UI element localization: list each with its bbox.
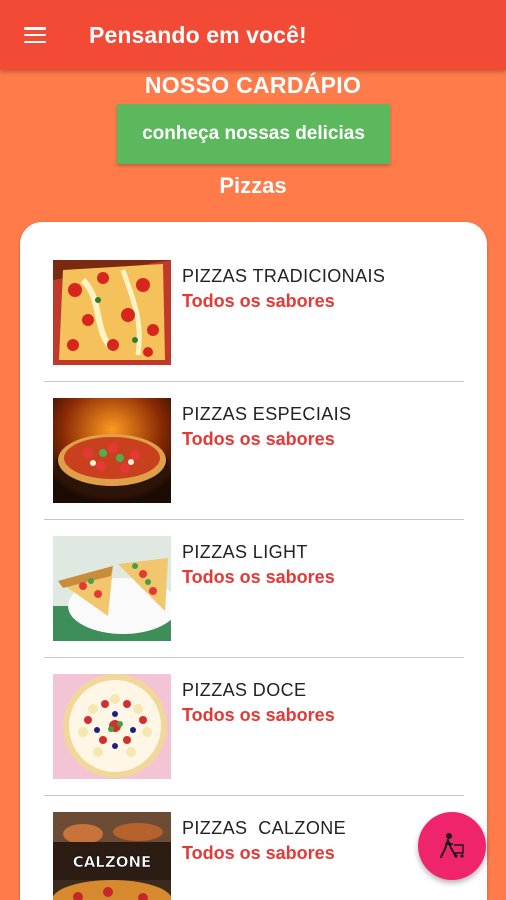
- item-subtitle: Todos os sabores: [182, 705, 335, 725]
- page-title: NOSSO CARDÁPIO: [144, 72, 362, 98]
- item-name: PIZZAS LIGHT: [182, 542, 308, 562]
- delivery-fab[interactable]: [418, 812, 486, 880]
- menu-item-pizzas-calzone[interactable]: CALZONE PIZZAS CALZONE Todos os sabores: [44, 796, 464, 900]
- item-name: PIZZAS CALZONE: [182, 818, 347, 838]
- menu-item-pizzas-especiais[interactable]: PIZZAS ESPECIAIS Todos os sabores: [44, 382, 464, 520]
- item-name: PIZZAS DOCE: [182, 680, 307, 700]
- pizza-special-image: [53, 398, 171, 503]
- discover-delicacies-button[interactable]: conheça nossas delicias: [117, 104, 390, 164]
- item-subtitle: Todos os sabores: [182, 291, 335, 311]
- menu-button[interactable]: [0, 0, 70, 70]
- category-title: Pizzas: [219, 173, 287, 198]
- menu-card: PIZZAS TRADICIONAIS Todos os sabores PIZ…: [20, 222, 487, 900]
- app-bar: Pensando em você!: [0, 0, 506, 70]
- app-title: Pensando em você!: [89, 21, 307, 48]
- pizza-light-image: [53, 536, 171, 641]
- delivery-person-icon: [440, 833, 464, 858]
- calzone-image-text: CALZONE: [73, 853, 152, 871]
- hamburger-menu-icon: [24, 27, 46, 43]
- menu-item-pizzas-doce[interactable]: PIZZAS DOCE Todos os sabores: [44, 658, 464, 796]
- menu-item-pizzas-light[interactable]: PIZZAS LIGHT Todos os sabores: [44, 520, 464, 658]
- item-subtitle: Todos os sabores: [182, 843, 335, 863]
- menu-item-pizzas-tradicionais[interactable]: PIZZAS TRADICIONAIS Todos os sabores: [44, 244, 464, 382]
- item-name: PIZZAS TRADICIONAIS: [182, 266, 386, 286]
- item-name: PIZZAS ESPECIAIS: [182, 404, 352, 424]
- item-subtitle: Todos os sabores: [182, 567, 335, 587]
- item-subtitle: Todos os sabores: [182, 429, 335, 449]
- pizza-calzone-image: CALZONE: [53, 812, 171, 900]
- pizza-traditional-image: [53, 260, 171, 365]
- pizza-sweet-image: [53, 674, 171, 779]
